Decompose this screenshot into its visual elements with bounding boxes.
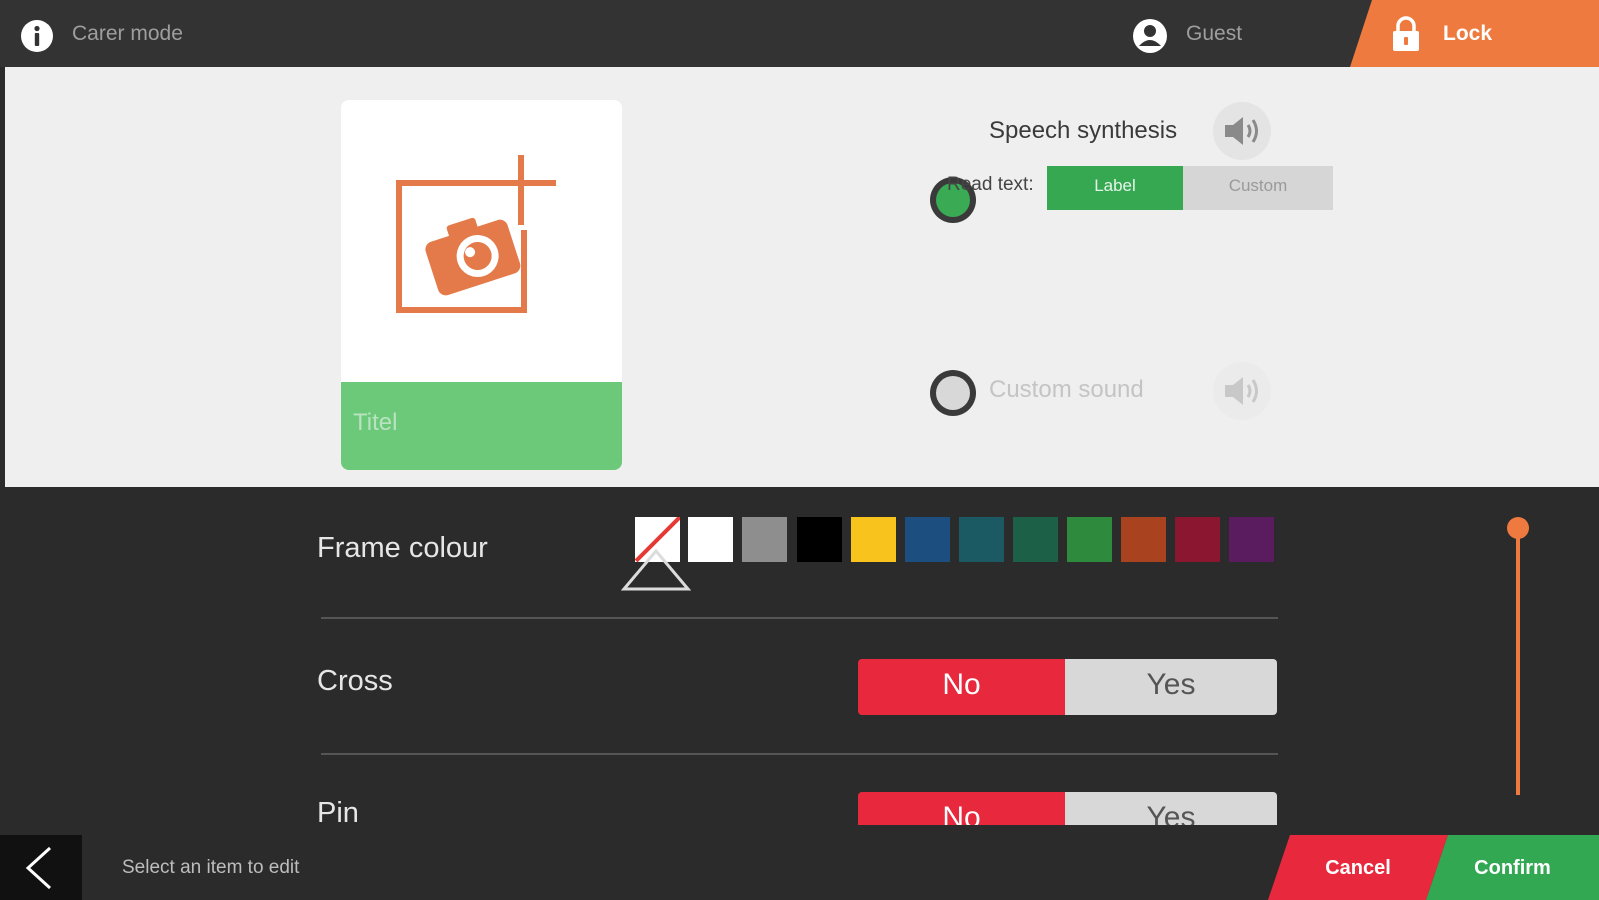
- card-label-placeholder: Titel: [353, 409, 398, 436]
- swatch-navy[interactable]: [905, 517, 950, 562]
- cross-yes-option[interactable]: Yes: [1065, 659, 1277, 715]
- pin-label: Pin: [317, 797, 359, 825]
- read-text-custom-option[interactable]: Custom: [1183, 166, 1333, 210]
- card-image-area[interactable]: [341, 100, 622, 382]
- swatch-green[interactable]: [1067, 517, 1112, 562]
- bottom-bar: Select an item to edit Cancel Confirm: [0, 825, 1599, 900]
- swatch-crimson[interactable]: [1175, 517, 1220, 562]
- item-card[interactable]: Titel: [341, 100, 622, 470]
- cancel-label: Cancel: [1325, 857, 1391, 879]
- pin-toggle: No Yes: [858, 792, 1277, 825]
- top-bar: Carer mode Guest Lock: [0, 0, 1599, 67]
- swatch-grey[interactable]: [742, 517, 787, 562]
- card-label[interactable]: Titel: [341, 382, 622, 470]
- swatch-purple[interactable]: [1229, 517, 1274, 562]
- read-text-toggle: Label Custom: [1047, 166, 1333, 210]
- lock-button[interactable]: Lock: [1350, 0, 1599, 67]
- custom-sound-radio[interactable]: [930, 370, 976, 416]
- back-button[interactable]: [0, 835, 82, 900]
- lock-icon: [1393, 16, 1419, 51]
- speaker-icon: [1225, 117, 1258, 145]
- swatch-rust[interactable]: [1121, 517, 1166, 562]
- settings-panel: Frame colour Cross No Yes Pin No Yes: [0, 487, 1599, 825]
- add-photo-icon: [396, 155, 556, 313]
- speech-play-button[interactable]: [1213, 102, 1271, 160]
- status-hint: Select an item to edit: [122, 857, 300, 878]
- scrollbar-track[interactable]: [1516, 527, 1520, 795]
- divider: [321, 617, 1278, 619]
- swatch-yellow[interactable]: [851, 517, 896, 562]
- speaker-icon: [1225, 377, 1258, 405]
- custom-sound-label: Custom sound: [989, 376, 1144, 403]
- cancel-button[interactable]: Cancel: [1268, 835, 1448, 900]
- read-text-label: Read text:: [947, 174, 1034, 195]
- preview-panel: Titel Speech synthesis Read text: Label …: [5, 67, 1599, 487]
- info-icon[interactable]: [20, 19, 54, 53]
- lock-label: Lock: [1443, 22, 1493, 45]
- swatch-white[interactable]: [688, 517, 733, 562]
- confirm-button[interactable]: Confirm: [1426, 835, 1599, 900]
- pin-no-option[interactable]: No: [858, 792, 1065, 825]
- user-icon[interactable]: [1132, 18, 1168, 54]
- swatch-black[interactable]: [797, 517, 842, 562]
- cross-no-option[interactable]: No: [858, 659, 1065, 715]
- swatch-dark-teal[interactable]: [959, 517, 1004, 562]
- cross-label: Cross: [317, 665, 393, 697]
- confirm-label: Confirm: [1474, 857, 1551, 879]
- back-arrow-icon: [25, 846, 52, 890]
- user-name[interactable]: Guest: [1186, 22, 1242, 46]
- read-text-label-option[interactable]: Label: [1047, 166, 1183, 210]
- selected-colour-marker: [620, 548, 692, 591]
- swatch-dark-green[interactable]: [1013, 517, 1058, 562]
- speech-synthesis-label: Speech synthesis: [989, 117, 1178, 144]
- scrollbar-handle[interactable]: [1507, 517, 1529, 539]
- cross-toggle: No Yes: [858, 659, 1277, 715]
- divider: [321, 753, 1278, 755]
- custom-sound-play-button[interactable]: [1213, 362, 1271, 420]
- frame-colour-label: Frame colour: [317, 532, 488, 564]
- mode-label: Carer mode: [72, 22, 183, 45]
- pin-yes-option[interactable]: Yes: [1065, 792, 1277, 825]
